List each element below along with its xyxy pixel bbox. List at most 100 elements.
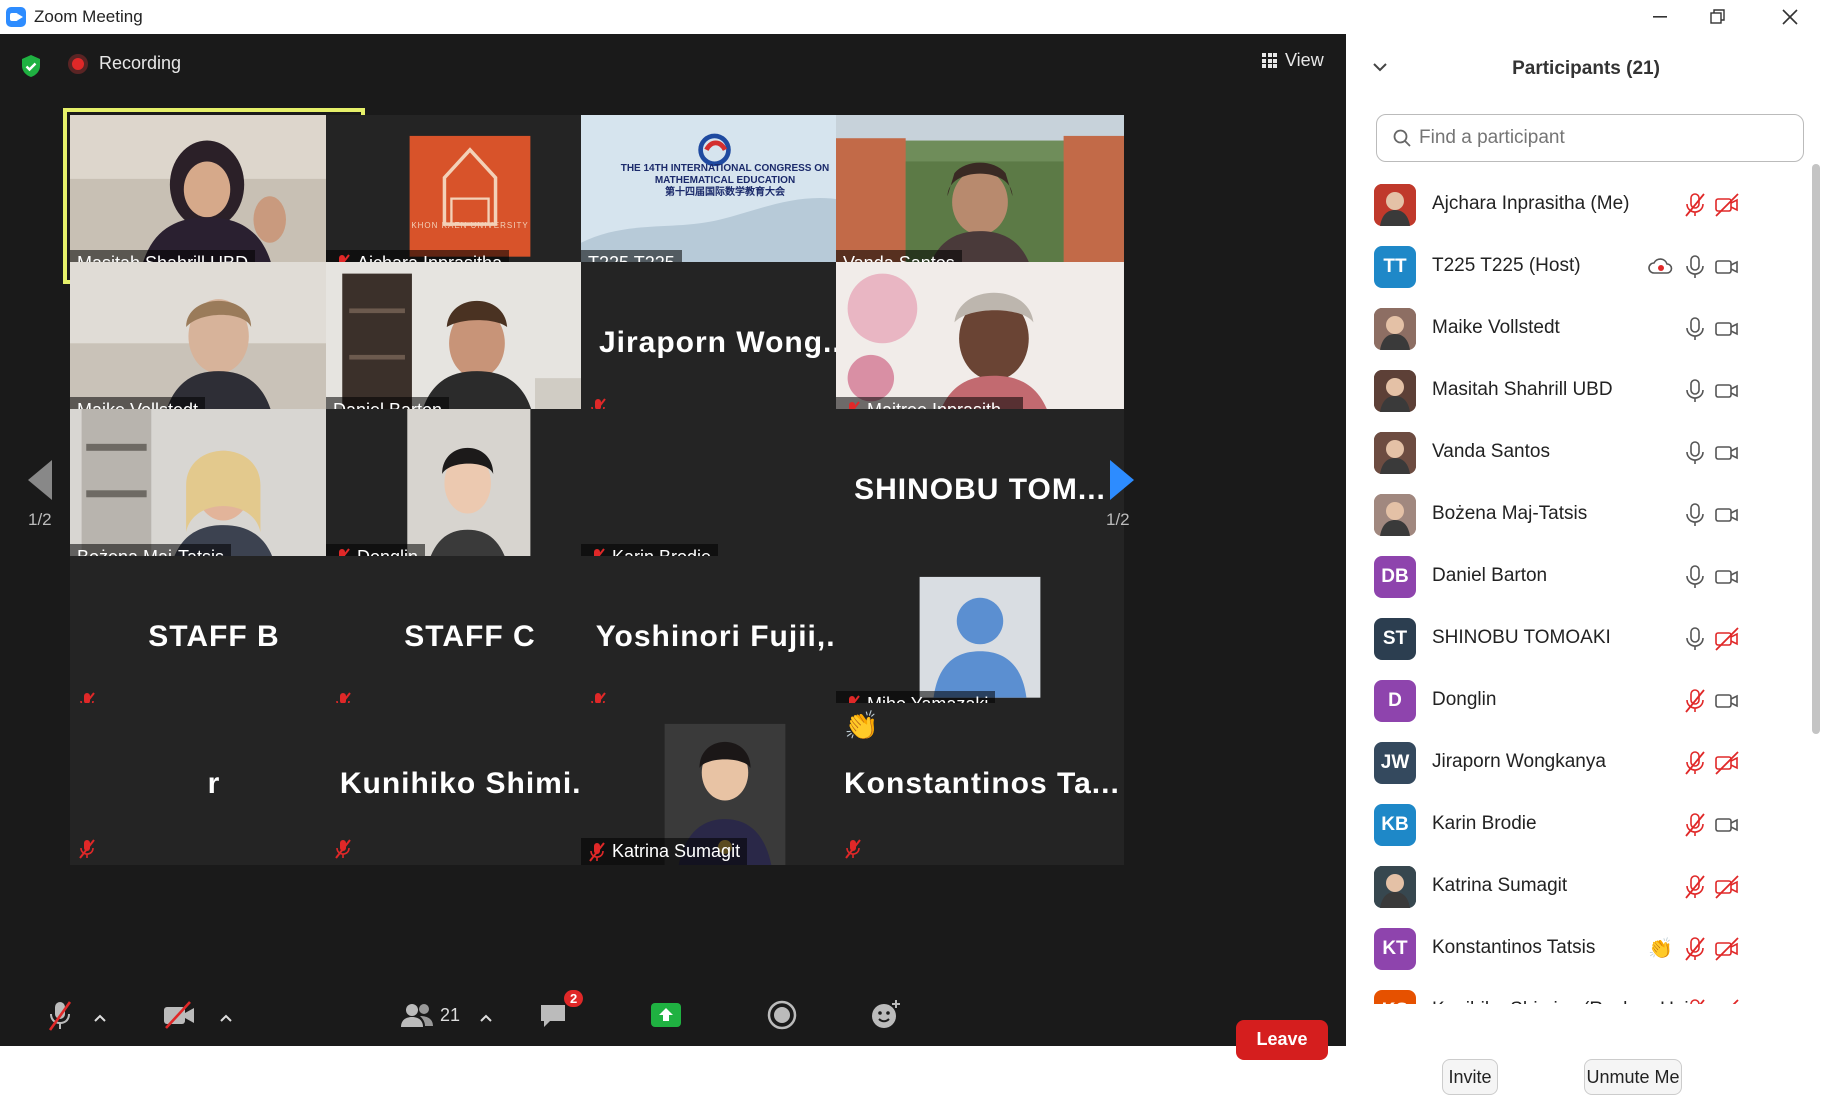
participant-mic-status[interactable] [1682,564,1708,590]
recording-dot-icon[interactable] [68,54,88,74]
participant-mic-status[interactable] [1682,440,1708,466]
participants-button[interactable]: 21 [400,1002,460,1028]
participant-row[interactable]: KB Karin Brodie [1346,794,1806,856]
participants-panel: Participants (21) Ajchara Inprasitha (Me… [1346,34,1826,1095]
participant-mic-status[interactable] [1682,502,1708,528]
close-window-button[interactable] [1762,0,1818,34]
participant-row[interactable]: Bożena Maj-Tatsis [1346,484,1806,546]
restore-button[interactable] [1690,0,1746,34]
participant-row[interactable]: KS Kunihiko Shimizu (Reshun Univ... [1346,980,1806,1004]
participant-video-status [1714,316,1740,342]
participant-list-scrollbar[interactable] [1812,164,1820,734]
participant-list: Ajchara Inprasitha (Me) TT T225 T225 (Host… [1346,174,1806,1004]
participant-row[interactable]: Masitah Shahrill UBD [1346,360,1806,422]
tile-display-name: Kunihiko Shimi... [339,767,601,800]
participant-row[interactable]: Maike Vollstedt [1346,298,1806,360]
video-tile[interactable]: Jiraporn Wong... [581,262,869,424]
video-options-caret-icon[interactable] [220,1014,232,1022]
tile-muted-indicator [844,839,864,859]
participant-video-status [1714,378,1740,404]
video-tile[interactable]: Miho Yamazaki [836,556,1124,718]
muted-microphone-icon [1685,875,1705,899]
video-tile[interactable]: THE 14TH INTERNATIONAL CONGRESS ON MATHEM… [581,115,869,277]
video-tile[interactable]: Maike Vollstedt [70,262,358,424]
muted-mic-icon [589,841,605,862]
zoom-app-icon [6,7,26,27]
next-page-arrow-icon[interactable] [1104,458,1138,502]
participant-search-input[interactable] [1419,127,1779,149]
participant-mic-status[interactable] [1682,192,1708,218]
participant-mic-status[interactable] [1682,254,1708,280]
video-tile[interactable]: STAFF C [326,556,614,718]
video-tile[interactable]: Daniel Barton [326,262,614,424]
share-screen-button[interactable] [650,1002,682,1028]
grid-view-icon [1262,53,1277,68]
tile-display-name: SHINOBU TOM... [854,473,1106,506]
view-button[interactable]: View [1262,50,1324,71]
tile-name-label: Katrina Sumagit [612,841,741,861]
participant-row[interactable]: Katrina Sumagit [1346,856,1806,918]
participant-avatar [1374,866,1416,908]
participant-name: Donglin [1432,689,1497,710]
participant-name: Karin Brodie [1432,813,1537,834]
participant-search-box[interactable] [1376,114,1804,162]
participant-mic-status[interactable] [1682,316,1708,342]
participant-row[interactable]: ST SHINOBU TOMOAKI [1346,608,1806,670]
video-tile[interactable]: Bożena Maj-Tatsis [70,409,358,571]
leave-button[interactable]: Leave [1236,1020,1328,1060]
chat-button[interactable]: 2 [538,990,584,1030]
video-tile[interactable]: Vanda Santos [836,115,1124,277]
participant-row[interactable]: DB Daniel Barton [1346,546,1806,608]
participant-row[interactable]: Ajchara Inprasitha (Me) [1346,174,1806,236]
minimize-button[interactable] [1632,0,1688,34]
video-tile[interactable]: Donglin [326,409,614,571]
video-tile[interactable]: Konstantinos Ta... 👏 [836,703,1124,865]
record-button[interactable] [767,1000,797,1030]
meeting-topbar: Recording View [0,34,1346,94]
video-tile[interactable]: r [70,703,358,865]
video-tile[interactable]: Yoshinori Fujii,... [581,556,869,718]
video-off-icon [164,1001,194,1029]
participant-video-status [1714,812,1740,838]
start-video-button[interactable] [162,1000,196,1030]
video-tile[interactable]: Maitree Inprasith... [836,262,1124,424]
tile-muted-indicator [78,839,98,859]
audio-options-caret-icon[interactable] [94,1014,106,1022]
unmute-button[interactable] [46,1000,74,1032]
microphone-icon [1686,441,1704,464]
encryption-shield-icon[interactable] [20,54,42,78]
participant-video-status [1714,192,1740,218]
participant-mic-status[interactable] [1682,998,1708,1004]
invite-button[interactable]: Invite [1442,1059,1498,1095]
participant-mic-status[interactable] [1682,688,1708,714]
unmute-me-button[interactable]: Unmute Me [1584,1059,1682,1095]
participant-row[interactable]: KT Konstantinos Tatsis 👏 [1346,918,1806,980]
participant-avatar [1374,308,1416,350]
video-off-icon [1715,875,1739,899]
video-tile[interactable]: Katrina Sumagit [581,703,869,865]
participant-row[interactable]: Vanda Santos [1346,422,1806,484]
video-tile[interactable]: Karin Brodie [581,409,869,571]
participant-mic-status[interactable] [1682,874,1708,900]
video-tile[interactable]: KHON KAEN UNIVERSITYAjchara Inprasitha [326,115,614,277]
video-tile[interactable]: Masitah Shahrill UBD [63,108,365,284]
video-tile[interactable]: SHINOBU TOM... [836,409,1124,571]
participant-row[interactable]: TT T225 T225 (Host) [1346,236,1806,298]
participant-row[interactable]: JW Jiraporn Wongkanya [1346,732,1806,794]
participant-mic-status[interactable] [1682,936,1708,962]
recording-label[interactable]: Recording [99,53,181,74]
previous-page-arrow-icon[interactable] [24,458,58,502]
participant-mic-status[interactable] [1682,750,1708,776]
participant-row[interactable]: D Donglin [1346,670,1806,732]
participant-mic-status[interactable] [1682,378,1708,404]
participant-mic-status[interactable] [1682,626,1708,652]
video-tile[interactable]: STAFF B [70,556,358,718]
participants-options-caret-icon[interactable] [480,1014,492,1022]
video-tile[interactable]: Kunihiko Shimi... [326,703,614,865]
page-indicator-right: 1/2 [1106,510,1130,529]
participant-mic-status[interactable] [1682,812,1708,838]
minimize-icon [1653,16,1667,18]
reactions-button[interactable] [870,998,902,1030]
tile-name-tag: Katrina Sumagit [581,838,748,865]
participant-avatar: JW [1374,742,1416,784]
